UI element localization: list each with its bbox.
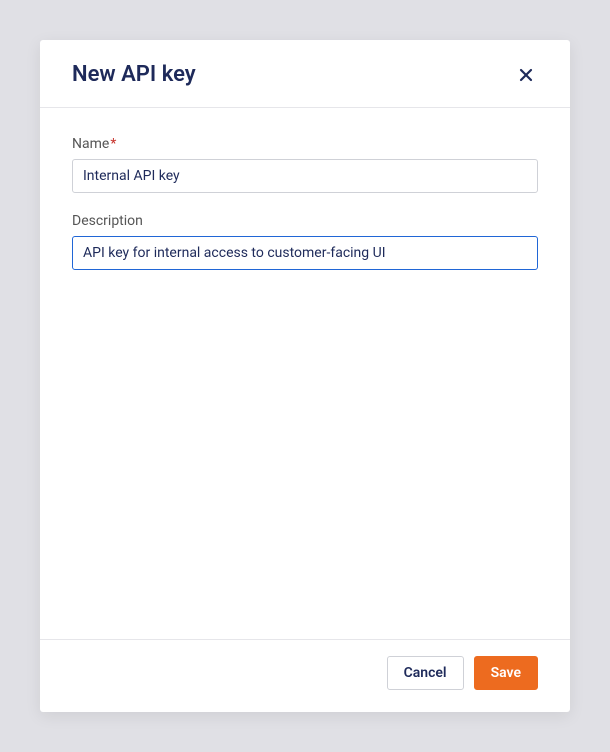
save-button[interactable]: Save bbox=[474, 656, 538, 690]
modal-footer: Cancel Save bbox=[40, 639, 570, 712]
close-button[interactable] bbox=[514, 63, 538, 87]
modal-body: Name* Description bbox=[40, 108, 570, 639]
name-label: Name* bbox=[72, 136, 538, 152]
modal-title: New API key bbox=[72, 62, 196, 87]
close-icon bbox=[518, 67, 534, 83]
description-field: Description bbox=[72, 213, 538, 270]
description-input[interactable] bbox=[72, 236, 538, 270]
description-label: Description bbox=[72, 213, 538, 229]
name-label-text: Name bbox=[72, 136, 109, 152]
required-marker: * bbox=[110, 136, 116, 152]
new-api-key-modal: New API key Name* Description Cancel Sav… bbox=[40, 40, 570, 712]
name-input[interactable] bbox=[72, 159, 538, 193]
cancel-button[interactable]: Cancel bbox=[387, 656, 464, 690]
name-field: Name* bbox=[72, 136, 538, 193]
modal-header: New API key bbox=[40, 40, 570, 108]
